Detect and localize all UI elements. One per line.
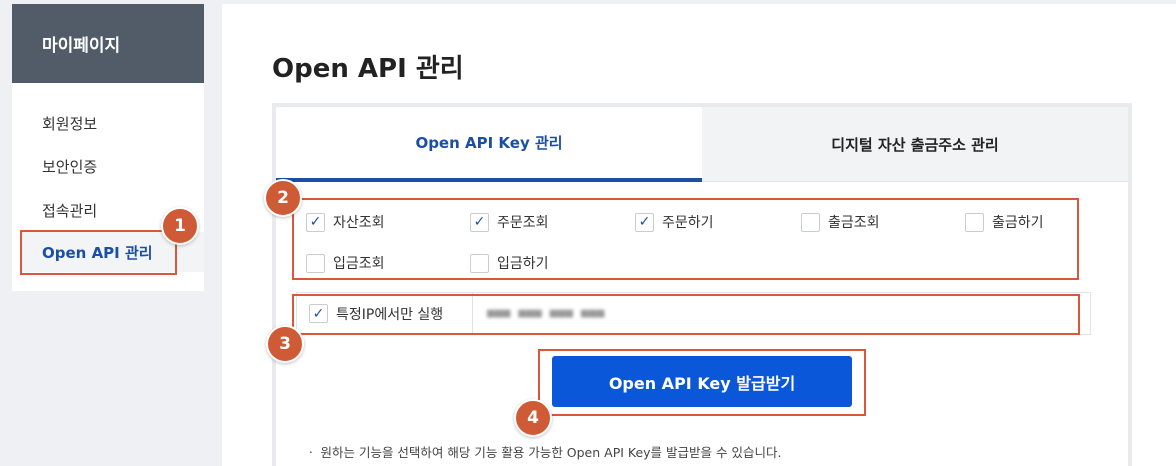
sidebar: 마이페이지 회원정보 보안인증 접속관리 Open API 관리 <box>12 4 204 291</box>
check-icon: ✓ <box>470 212 489 232</box>
checkbox-deposit[interactable]: 입금하기 <box>470 253 549 273</box>
issue-api-key-button[interactable]: Open API Key 발급받기 <box>552 356 852 407</box>
sidebar-item-member-info[interactable]: 회원정보 <box>42 113 97 134</box>
checkbox-asset-inquiry[interactable]: ✓ 자산조회 <box>306 212 385 232</box>
checkbox-order-inquiry[interactable]: ✓ 주문조회 <box>470 212 549 232</box>
annotation-badge-4: 4 <box>514 399 552 437</box>
help-note: ㆍ 원하는 기능을 선택하여 해당 기능 활용 가능한 Open API Key… <box>305 445 782 460</box>
ip-restriction-row: ✓ 특정IP에서만 실행 <box>296 292 1091 335</box>
checkbox-withdraw[interactable]: 출금하기 <box>965 212 1044 232</box>
annotation-badge-3: 3 <box>266 325 304 363</box>
check-icon: ✓ <box>306 212 325 232</box>
sidebar-title: 마이페이지 <box>12 4 204 83</box>
check-icon: ✓ <box>309 304 328 323</box>
checkbox-empty-icon <box>965 212 984 232</box>
checkbox-withdraw-inquiry[interactable]: 출금조회 <box>801 212 880 232</box>
tab-bar: Open API Key 관리 디지털 자산 출금주소 관리 <box>276 107 1128 182</box>
annotation-badge-2: 2 <box>264 179 302 217</box>
checkbox-empty-icon <box>801 212 820 232</box>
tab-open-api-key[interactable]: Open API Key 관리 <box>276 107 702 182</box>
annotation-badge-1: 1 <box>161 207 199 245</box>
tab-withdraw-address[interactable]: 디지털 자산 출금주소 관리 <box>702 107 1128 182</box>
check-icon: ✓ <box>635 212 654 232</box>
api-panel: Open API Key 관리 디지털 자산 출금주소 관리 <box>272 103 1132 466</box>
checkbox-deposit-inquiry[interactable]: 입금조회 <box>306 253 385 273</box>
ip-address-input[interactable] <box>487 293 1077 334</box>
sidebar-item-access[interactable]: 접속관리 <box>42 200 97 221</box>
page-title: Open API 관리 <box>272 54 464 84</box>
checkbox-empty-icon <box>306 253 325 273</box>
checkbox-place-order[interactable]: ✓ 주문하기 <box>635 212 714 232</box>
sidebar-item-security[interactable]: 보안인증 <box>42 156 97 177</box>
checkbox-empty-icon <box>470 253 489 273</box>
ip-restriction-checkbox[interactable]: ✓ 특정IP에서만 실행 <box>297 293 473 334</box>
